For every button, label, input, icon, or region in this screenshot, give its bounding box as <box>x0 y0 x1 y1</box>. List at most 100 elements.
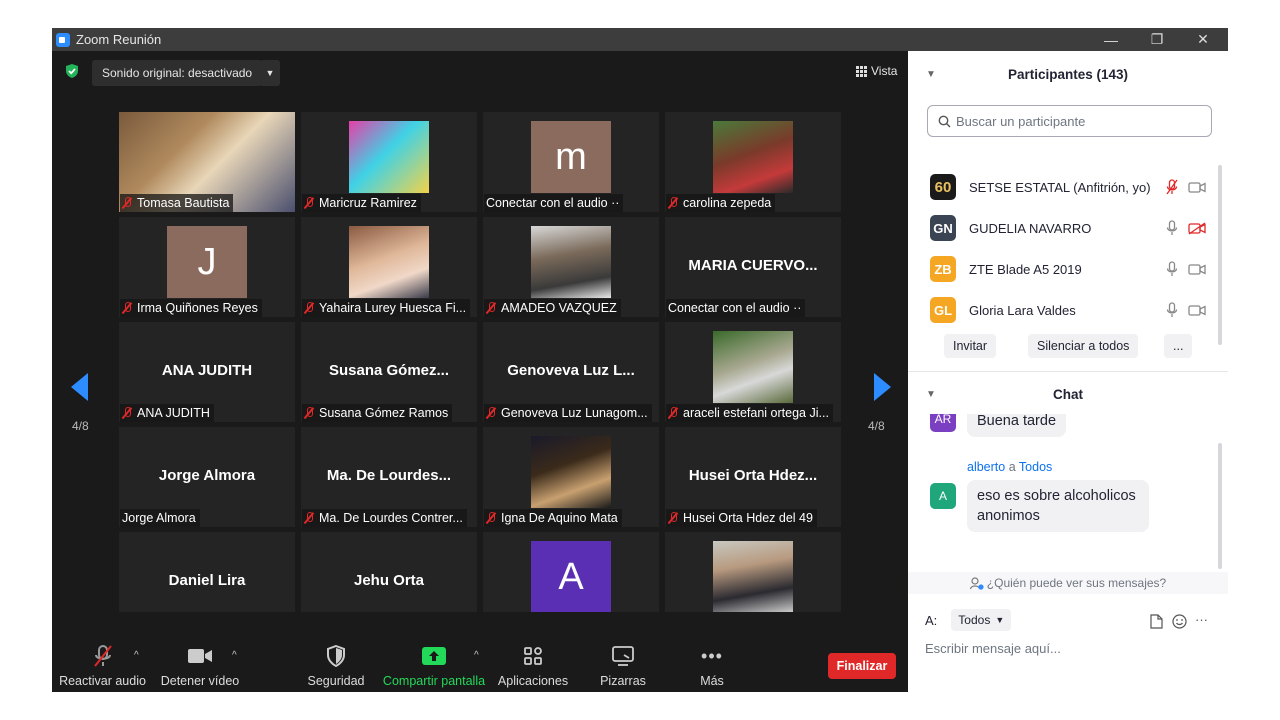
audio-options-caret-icon[interactable]: ^ <box>134 650 139 661</box>
video-tile[interactable]: Tomasa Bautista <box>119 112 295 212</box>
share-screen-button[interactable]: Compartir pantalla <box>382 612 486 692</box>
side-panel: ▼ Participantes (143) Buscar un particip… <box>908 51 1228 692</box>
participant-display-name: Susana Gómez... <box>328 362 450 379</box>
participants-header: ▼ Participantes (143) <box>908 54 1228 94</box>
mic-icon[interactable] <box>1166 220 1178 236</box>
emoji-icon[interactable] <box>1172 614 1187 629</box>
person-info-icon <box>969 576 984 590</box>
participant-avatar: m <box>531 121 611 193</box>
chat-more-icon[interactable]: ··· <box>1195 612 1208 627</box>
apps-button[interactable]: Aplicaciones <box>496 612 570 692</box>
video-tile[interactable]: Susana Gómez... Susana Gómez Ramos <box>301 322 477 422</box>
avatar: GN <box>930 215 956 241</box>
participant-name: Maricruz Ramirez <box>319 196 417 210</box>
video-tile[interactable]: J Irma Quiñones Reyes <box>119 217 295 317</box>
next-page-arrow-icon[interactable] <box>874 373 891 401</box>
video-tile[interactable]: AMADEO VAZQUEZ <box>483 217 659 317</box>
chat-scrollbar[interactable] <box>1218 443 1222 569</box>
mic-muted-icon <box>486 302 496 314</box>
mic-muted-icon <box>486 512 496 524</box>
close-button[interactable]: ✕ <box>1180 28 1226 51</box>
video-tile[interactable]: araceli estefani ortega Ji... <box>665 322 841 422</box>
participant-row[interactable]: 60 SETSE ESTATAL (Anfitrión, yo) <box>930 167 1210 207</box>
previous-page-arrow-icon[interactable] <box>71 373 88 401</box>
participant-name-label: Susana Gómez Ramos <box>302 404 453 422</box>
invite-button[interactable]: Invitar <box>944 334 997 358</box>
camera-off-icon[interactable] <box>1188 221 1206 235</box>
view-button[interactable]: Vista <box>850 59 903 83</box>
mic-icon[interactable] <box>1166 261 1178 277</box>
video-tile[interactable]: m Conectar con el audio ·· <box>483 112 659 212</box>
participant-row[interactable]: ZB ZTE Blade A5 2019 <box>930 249 1210 289</box>
end-meeting-button[interactable]: Finalizar <box>828 653 896 679</box>
video-tile[interactable]: Igna De Aquino Mata <box>483 427 659 527</box>
participant-row[interactable]: GL Gloria Lara Valdes <box>930 290 1210 330</box>
security-button[interactable]: Seguridad <box>306 612 366 692</box>
unmute-audio-button[interactable]: Reactivar audio <box>59 612 146 692</box>
encryption-shield-icon[interactable] <box>64 63 80 79</box>
mute-all-button[interactable]: Silenciar a todos <box>1028 334 1139 358</box>
restore-button[interactable]: ❐ <box>1134 28 1180 51</box>
participant-list-scrollbar[interactable] <box>1218 165 1222 345</box>
stop-video-button[interactable]: Detener vídeo <box>158 612 242 692</box>
whiteboards-button[interactable]: Pizarras <box>598 612 648 692</box>
mic-muted-icon[interactable] <box>1166 179 1178 195</box>
recipient-select[interactable]: Todos ▼ <box>951 609 1012 631</box>
chat-header: ▼ Chat <box>908 374 1228 414</box>
minimize-button[interactable]: — <box>1088 28 1134 51</box>
share-options-caret-icon[interactable]: ^ <box>474 650 479 661</box>
participant-name: GUDELIA NAVARRO <box>969 220 1092 236</box>
participant-name-label: Genoveva Luz Lunagom... <box>484 404 652 422</box>
chat-message-input[interactable]: Escribir mensaje aquí... <box>925 641 1061 656</box>
video-tile[interactable]: ANA JUDITH ANA JUDITH <box>119 322 295 422</box>
message-sender-line: alberto a Todos <box>967 460 1052 474</box>
mic-muted-icon <box>668 407 678 419</box>
video-tile[interactable]: carolina zepeda <box>665 112 841 212</box>
original-sound-dropdown[interactable]: ▼ <box>260 60 280 86</box>
video-tile[interactable]: Jorge Almora Jorge Almora <box>119 427 295 527</box>
who-can-see-messages-link[interactable]: ¿Quién puede ver sus mensajes? <box>908 572 1228 594</box>
mic-muted-icon <box>304 512 314 524</box>
video-tile[interactable]: Ma. De Lourdes... Ma. De Lourdes Contrer.… <box>301 427 477 527</box>
video-tile[interactable]: Genoveva Luz L... Genoveva Luz Lunagom... <box>483 322 659 422</box>
participant-name-label: Ma. De Lourdes Contrer... <box>302 509 467 527</box>
participant-display-name: Husei Orta Hdez... <box>688 467 818 484</box>
participant-name-label: Conectar con el audio ·· <box>484 194 624 212</box>
zoom-window: Zoom Reunión — ❐ ✕ Sonido original: desa… <box>52 28 1228 692</box>
participant-status-icons <box>1166 302 1206 318</box>
video-tile[interactable]: MARIA CUERVO... Conectar con el audio ·· <box>665 217 841 317</box>
participant-video <box>713 331 793 403</box>
camera-icon[interactable] <box>1188 263 1206 276</box>
video-options-caret-icon[interactable]: ^ <box>232 650 237 661</box>
participant-row[interactable]: GN GUDELIA NAVARRO <box>930 208 1210 248</box>
participant-name: Jorge Almora <box>122 511 196 525</box>
participant-search-input[interactable]: Buscar un participante <box>927 105 1212 137</box>
avatar: A <box>930 483 956 509</box>
participant-display-name: Genoveva Luz L... <box>507 362 635 379</box>
camera-icon[interactable] <box>1188 181 1206 194</box>
chat-message: Buena tarde <box>967 414 1067 437</box>
video-tile[interactable]: Maricruz Ramirez <box>301 112 477 212</box>
file-icon[interactable] <box>1150 614 1163 629</box>
participants-more-button[interactable]: ... <box>1164 334 1193 358</box>
mic-icon[interactable] <box>1166 302 1178 318</box>
participant-display-name: MARIA CUERVO... <box>688 257 818 274</box>
whiteboards-label: Pizarras <box>600 674 646 688</box>
video-tile[interactable]: Yahaira Lurey Huesca Fi... <box>301 217 477 317</box>
participant-name: Conectar con el audio ·· <box>486 196 620 210</box>
video-tile[interactable]: Husei Orta Hdez... Husei Orta Hdez del 49 <box>665 427 841 527</box>
participant-status-icons <box>1166 179 1206 195</box>
window-title: Zoom Reunión <box>76 32 162 47</box>
caret-down-icon: ▼ <box>265 68 275 78</box>
more-button[interactable]: ••• Más <box>692 612 732 692</box>
participant-status-icons <box>1166 220 1206 236</box>
original-sound-button[interactable]: Sonido original: desactivado <box>92 60 263 86</box>
collapse-chevron-icon[interactable]: ▼ <box>926 69 936 80</box>
camera-icon[interactable] <box>1188 304 1206 317</box>
recipient-value: Todos <box>958 613 991 627</box>
sender-name[interactable]: alberto <box>967 460 1005 474</box>
avatar: GL <box>930 297 956 323</box>
participant-name: Irma Quiñones Reyes <box>137 301 258 315</box>
participant-name-label: ANA JUDITH <box>120 404 214 422</box>
chat-collapse-chevron-icon[interactable]: ▼ <box>926 389 936 400</box>
